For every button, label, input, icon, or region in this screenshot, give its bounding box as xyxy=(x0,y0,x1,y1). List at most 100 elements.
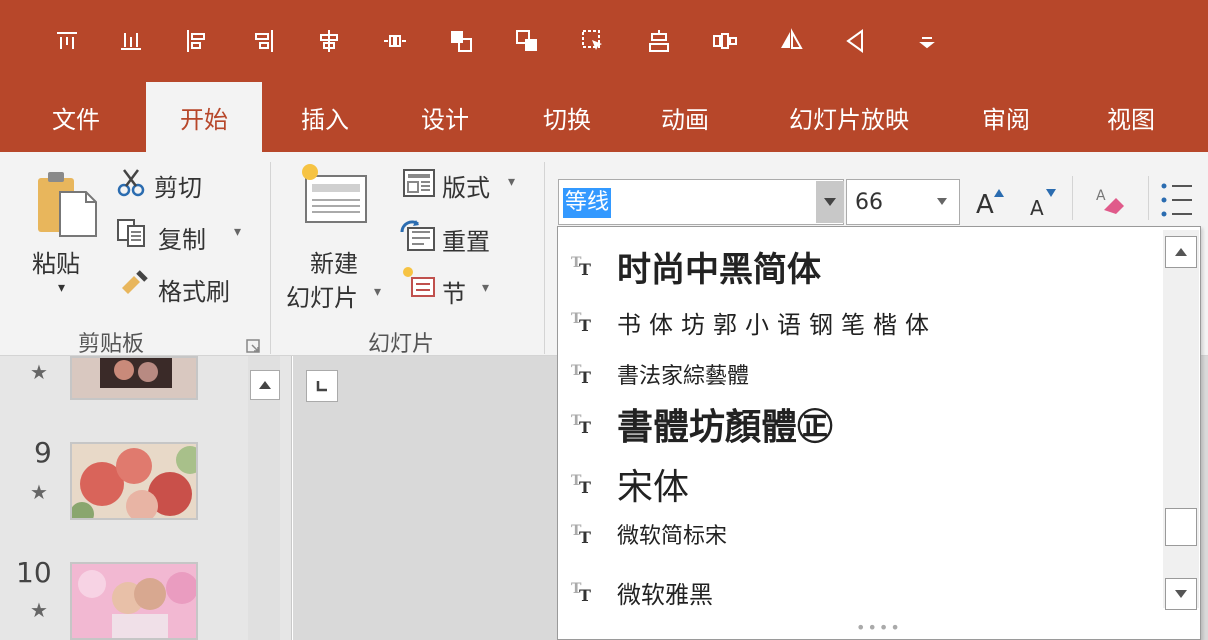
shrink-font-button[interactable]: A xyxy=(1030,196,1044,220)
slides-group-label: 幻灯片 xyxy=(368,332,435,357)
font-name-label: 書體坊顏體㊣ xyxy=(617,407,834,448)
tab-slideshow[interactable]: 幻灯片放映 xyxy=(764,82,934,152)
chevron-up-icon xyxy=(259,381,271,389)
grow-font-button[interactable]: A xyxy=(976,190,994,220)
distribute-horizontal-icon[interactable] xyxy=(378,22,412,60)
layout-dropdown-icon[interactable]: ▾ xyxy=(508,174,515,190)
font-list-item[interactable]: TT 書體坊顏體㊣ xyxy=(557,396,1157,452)
section-icon xyxy=(402,266,436,300)
font-name-label: 書法家綜藝體 xyxy=(617,364,750,389)
resize-grip-icon[interactable]: •••• xyxy=(856,618,902,637)
section-button[interactable]: 节 xyxy=(442,274,466,309)
customize-qat-icon[interactable] xyxy=(910,22,944,60)
arrow-up-icon xyxy=(994,182,1006,197)
svg-text:T: T xyxy=(579,528,591,547)
chevron-down-icon xyxy=(1175,590,1187,598)
font-list-item[interactable]: TT 微软简标宋 xyxy=(557,506,1157,562)
ungroup-icon[interactable] xyxy=(708,22,742,60)
font-size-combo[interactable]: 66 xyxy=(846,179,960,225)
dialog-launcher-icon[interactable] xyxy=(246,338,260,353)
new-slide-icon[interactable] xyxy=(298,162,370,228)
chevron-down-icon[interactable] xyxy=(937,198,947,205)
svg-text:T: T xyxy=(579,478,591,497)
font-list-item[interactable]: TT 書法家綜藝體 xyxy=(557,346,1157,402)
truetype-font-icon: TT xyxy=(571,581,591,605)
tab-transitions[interactable]: 切换 xyxy=(512,82,622,152)
font-list-item[interactable]: TT 微软雅黑 xyxy=(557,564,1157,620)
align-center-icon[interactable] xyxy=(312,22,346,60)
new-slide-label-line2[interactable]: 幻灯片 xyxy=(286,278,358,313)
group-icon[interactable] xyxy=(642,22,676,60)
font-name-combo[interactable]: 等线 xyxy=(558,179,844,225)
slide-number: 9 xyxy=(34,436,52,469)
svg-text:T: T xyxy=(579,316,591,335)
align-right-icon[interactable] xyxy=(246,22,280,60)
scroll-up-button[interactable] xyxy=(250,370,280,400)
flip-horizontal-icon[interactable] xyxy=(774,22,808,60)
paste-dropdown-icon[interactable]: ▾ xyxy=(58,280,65,296)
section-dropdown-icon[interactable]: ▾ xyxy=(482,280,489,296)
arrow-down-icon xyxy=(1046,182,1058,197)
tab-review[interactable]: 审阅 xyxy=(956,82,1056,152)
cut-button[interactable]: 剪切 xyxy=(154,168,202,203)
font-list-item[interactable]: TT 宋体 xyxy=(557,456,1157,512)
reset-slide-icon xyxy=(400,220,436,252)
bring-forward-icon[interactable] xyxy=(444,22,478,60)
font-name-label: 时尚中黑简体 xyxy=(617,249,821,290)
font-list-item[interactable]: TT 时尚中黑简体 xyxy=(557,238,1157,294)
reset-button[interactable]: 重置 xyxy=(442,222,490,257)
paste-label[interactable]: 粘贴 xyxy=(32,244,80,279)
font-list-scroll-up-button[interactable] xyxy=(1165,236,1197,268)
tab-file[interactable]: 文件 xyxy=(26,82,126,152)
align-bottom-icon[interactable] xyxy=(114,22,148,60)
svg-text:T: T xyxy=(579,418,591,437)
send-backward-icon[interactable] xyxy=(510,22,544,60)
slide-number: 10 xyxy=(16,556,52,589)
font-name-input[interactable]: 等线 xyxy=(563,188,612,218)
format-painter-icon xyxy=(116,268,154,300)
align-top-icon[interactable] xyxy=(50,22,84,60)
new-slide-label-line1[interactable]: 新建 xyxy=(310,244,358,279)
svg-text:T: T xyxy=(579,260,591,279)
align-left-icon[interactable] xyxy=(180,22,214,60)
font-list-item[interactable]: TT 书体坊郭小语钢笔楷体 xyxy=(557,294,1157,350)
tab-view[interactable]: 视图 xyxy=(1076,82,1186,152)
layout-icon xyxy=(402,168,436,198)
svg-text:T: T xyxy=(579,586,591,605)
slide-thumbnail-10[interactable] xyxy=(70,562,198,640)
tab-animations[interactable]: 动画 xyxy=(630,82,740,152)
group-separator xyxy=(270,162,271,354)
group-separator xyxy=(1072,176,1073,220)
tab-insert[interactable]: 插入 xyxy=(270,82,380,152)
flip-vertical-icon[interactable] xyxy=(840,22,874,60)
format-painter-button[interactable]: 格式刷 xyxy=(158,272,230,307)
new-slide-dropdown-icon[interactable]: ▾ xyxy=(374,284,381,300)
tab-design[interactable]: 设计 xyxy=(390,82,500,152)
slide-thumbnail-9[interactable] xyxy=(70,442,198,520)
slide-thumbnail-8[interactable] xyxy=(70,356,198,400)
copy-icon xyxy=(116,218,148,248)
ribbon-tabs: 文件 开始 插入 设计 切换 动画 幻灯片放映 审阅 视图 xyxy=(0,82,1208,152)
font-size-input[interactable]: 66 xyxy=(855,188,883,218)
copy-dropdown-icon[interactable]: ▾ xyxy=(234,224,241,240)
copy-button[interactable]: 复制 xyxy=(158,220,206,255)
font-list-scroll-thumb[interactable] xyxy=(1165,508,1197,546)
truetype-font-icon: TT xyxy=(571,523,591,547)
tab-stop-icon xyxy=(316,381,327,392)
tab-selector-button[interactable] xyxy=(306,370,338,402)
clipboard-group-label: 剪贴板 xyxy=(78,332,145,357)
tab-home[interactable]: 开始 xyxy=(146,82,262,152)
font-name-label: 宋体 xyxy=(617,467,690,508)
font-dropdown-button[interactable] xyxy=(816,181,844,223)
selection-pane-icon[interactable] xyxy=(576,22,610,60)
clear-formatting-icon[interactable]: A xyxy=(1092,182,1128,218)
paste-icon[interactable] xyxy=(34,168,98,240)
font-list-scrollbar[interactable] xyxy=(1163,230,1199,608)
svg-text:A: A xyxy=(1096,188,1106,204)
layout-button[interactable]: 版式 xyxy=(442,168,490,203)
font-name-label: 微软简标宋 xyxy=(617,524,728,549)
truetype-font-icon: TT xyxy=(571,413,591,437)
bullets-icon[interactable] xyxy=(1160,180,1194,220)
font-list-scroll-down-button[interactable] xyxy=(1165,578,1197,610)
truetype-font-icon: TT xyxy=(571,311,591,335)
